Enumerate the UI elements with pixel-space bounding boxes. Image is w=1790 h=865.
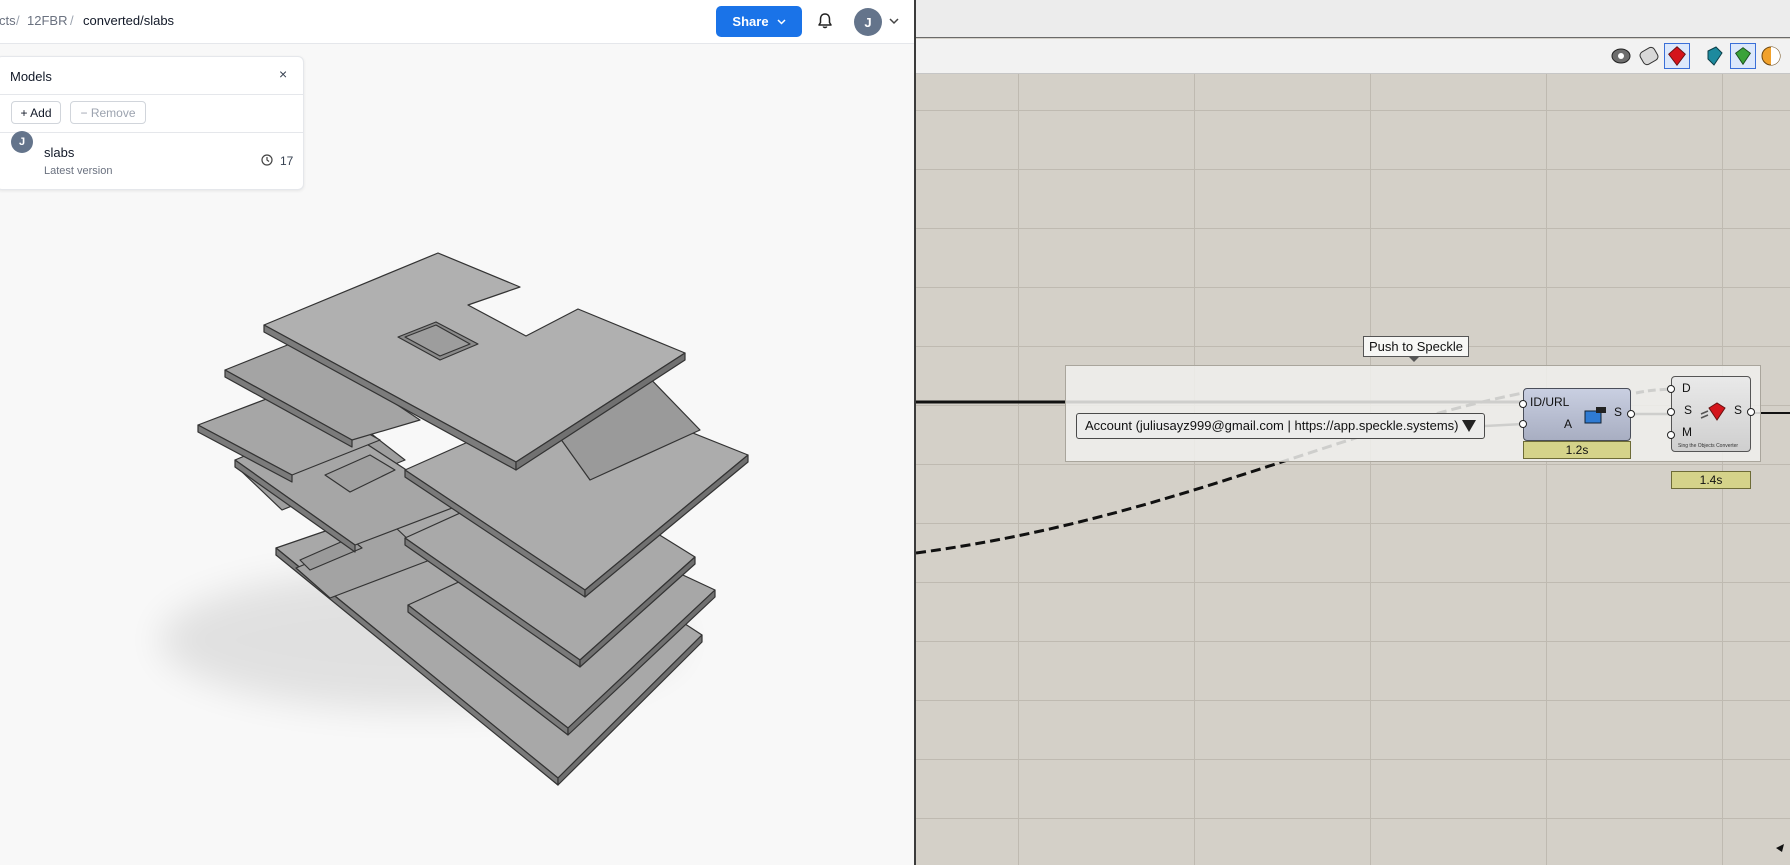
dropdown-arrow-icon[interactable] xyxy=(1462,420,1476,432)
remove-model-button[interactable]: − Remove xyxy=(70,101,146,124)
speckle-stream-component[interactable]: ID/URL A S xyxy=(1523,388,1631,441)
model-version-label: Latest version xyxy=(44,165,113,177)
preview-toggle-icon[interactable] xyxy=(1608,43,1634,69)
model-name[interactable]: slabs xyxy=(44,145,74,160)
speckle-cube-icon[interactable] xyxy=(1702,43,1728,69)
component-caption: Sing the Objects Converter xyxy=(1678,443,1739,449)
breadcrumb-separator: / xyxy=(16,13,20,28)
breadcrumb-workspace[interactable]: 12FBR xyxy=(27,13,67,28)
share-label: Share xyxy=(732,14,769,29)
user-avatar[interactable]: J xyxy=(854,8,882,36)
grasshopper-toolbar xyxy=(916,39,1790,74)
group-label[interactable]: Push to Speckle xyxy=(1363,336,1469,357)
input-port-account: A xyxy=(1564,417,1573,431)
shading-icon[interactable] xyxy=(1758,43,1784,69)
input-port-dot[interactable] xyxy=(1667,385,1675,393)
models-panel: Models × + Add − Remove J slabs Latest v… xyxy=(0,56,304,190)
grasshopper-tab-strip xyxy=(916,0,1790,38)
wire-layer xyxy=(916,387,1790,555)
input-port-dot[interactable] xyxy=(1519,420,1527,428)
notifications-bell-icon[interactable] xyxy=(815,11,835,31)
grasshopper-canvas[interactable]: Push to Speckle Account (juliusayz999@gm… xyxy=(916,74,1790,865)
output-port-dot[interactable] xyxy=(1747,408,1755,416)
input-port-id-url: ID/URL xyxy=(1530,395,1570,409)
share-button[interactable]: Share xyxy=(716,6,802,37)
close-icon[interactable]: × xyxy=(279,66,287,82)
model-author-avatar: J xyxy=(11,131,33,153)
account-dropdown[interactable]: Account (juliusayz999@gmail.com | https:… xyxy=(1076,413,1485,439)
speckle-viewer: cts / 12FBR / converted/slabs Share J Mo… xyxy=(0,0,914,865)
send-to-speckle-icon xyxy=(1700,402,1726,421)
grasshopper-window: Push to Speckle Account (juliusayz999@gm… xyxy=(916,0,1790,865)
output-port-dot[interactable] xyxy=(1627,410,1635,418)
version-count[interactable]: 17 xyxy=(280,154,293,168)
account-dropdown-value: Account (juliusayz999@gmail.com | https:… xyxy=(1085,418,1459,433)
models-panel-title: Models xyxy=(10,69,52,84)
output-port-stream: S xyxy=(1614,405,1623,419)
breadcrumb-separator: / xyxy=(70,13,74,28)
output-port-stream: S xyxy=(1734,403,1743,417)
list-item[interactable] xyxy=(0,133,303,190)
input-port-dot[interactable] xyxy=(1667,431,1675,439)
component-timer: 1.4s xyxy=(1671,471,1751,489)
input-port-dot[interactable] xyxy=(1519,400,1527,408)
speckle-send-component[interactable]: D S M S Sing the Objects Converter xyxy=(1671,376,1751,452)
send-icon[interactable] xyxy=(1730,43,1756,69)
component-timer: 1.2s xyxy=(1523,441,1631,459)
speckle-stream-icon xyxy=(1584,407,1606,424)
add-model-button[interactable]: + Add xyxy=(11,101,61,124)
input-port-data: D xyxy=(1682,381,1691,395)
input-port-dot[interactable] xyxy=(1667,408,1675,416)
divider xyxy=(0,94,303,95)
breadcrumb-model: converted/slabs xyxy=(83,13,175,28)
viewer-header: cts / 12FBR / converted/slabs Share J xyxy=(0,0,914,44)
input-port-message: M xyxy=(1682,425,1692,439)
wire-display-icon[interactable] xyxy=(1636,43,1662,69)
chevron-down-icon[interactable] xyxy=(888,15,900,27)
chevron-down-icon xyxy=(777,18,786,25)
red-gem-icon[interactable] xyxy=(1664,43,1690,69)
breadcrumb-project[interactable]: cts xyxy=(0,13,16,28)
group-label-pointer xyxy=(1408,356,1420,362)
input-port-stream: S xyxy=(1684,403,1693,417)
navigation-compass-icon[interactable] xyxy=(1774,838,1790,854)
clock-icon[interactable] xyxy=(261,154,273,166)
